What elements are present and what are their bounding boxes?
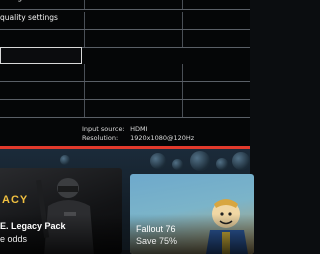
resolution-line: Resolution: 1920x1080@120Hz bbox=[82, 134, 194, 143]
store-tile-fallout-76[interactable]: Fallout 76 Save 75% bbox=[130, 174, 254, 254]
settings-row-1[interactable]: ettings bbox=[0, 0, 250, 10]
tv-settings-overlay: ettings quality settings Input source: H… bbox=[0, 0, 250, 150]
input-source-line: Input source: HDMI bbox=[82, 125, 194, 134]
settings-row-2[interactable]: quality settings bbox=[0, 12, 250, 30]
signal-info: Input source: HDMI Resolution: 1920x1080… bbox=[82, 125, 194, 143]
tile-title: E. Legacy Pack bbox=[0, 221, 66, 231]
game-logo: ACY bbox=[2, 194, 29, 206]
store-tile-legacy-pack[interactable]: ACY E. Legacy Pack e odds bbox=[0, 168, 122, 254]
tile-subtitle: Save 75% bbox=[136, 236, 178, 246]
settings-row-selected[interactable] bbox=[0, 47, 82, 64]
input-source-value: HDMI bbox=[130, 125, 148, 133]
settings-row-label: ettings bbox=[0, 0, 26, 2]
settings-row-5[interactable] bbox=[0, 64, 250, 82]
resolution-value: 1920x1080@120Hz bbox=[130, 134, 195, 142]
resolution-label: Resolution: bbox=[82, 134, 119, 142]
tile-title: Fallout 76 bbox=[136, 224, 176, 234]
settings-row-6[interactable] bbox=[0, 82, 250, 100]
tile-subtitle: e odds bbox=[0, 234, 28, 244]
settings-row-3[interactable] bbox=[0, 30, 250, 48]
input-source-label: Input source: bbox=[82, 125, 125, 133]
settings-row-7[interactable] bbox=[0, 100, 250, 118]
settings-row-label: quality settings bbox=[0, 13, 58, 22]
